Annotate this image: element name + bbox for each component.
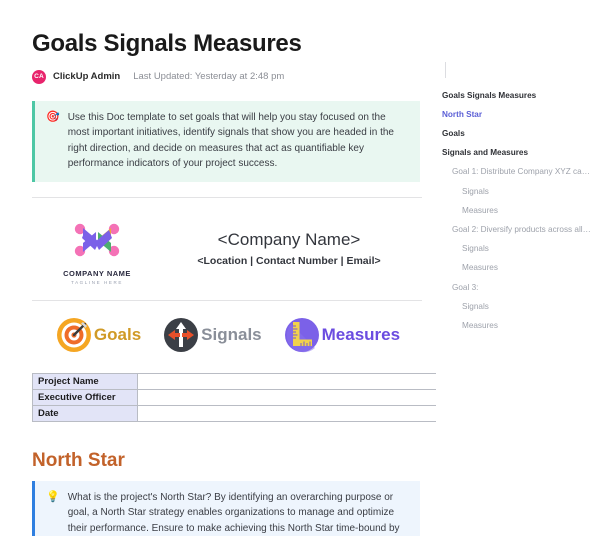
divider-bottom [32, 300, 422, 301]
lightbulb-icon: 💡 [46, 490, 60, 536]
outline-item[interactable]: Measures [442, 201, 592, 220]
intro-callout: 🎯 Use this Doc template to set goals tha… [32, 101, 420, 182]
company-name-block: <Company Name> <Location | Contact Numbe… [162, 229, 424, 267]
company-contact-placeholder: <Location | Contact Number | Email> [162, 255, 416, 267]
document-page: Goals Signals Measures CA ClickUp Admin … [0, 0, 600, 536]
outline-item[interactable]: Measures [442, 259, 592, 278]
target-dart-icon [56, 317, 92, 353]
company-header: COMPANY NAME TAGLINE HERE <Company Name>… [32, 212, 424, 285]
table-row: Executive Officer [33, 389, 437, 405]
author-name: ClickUp Admin [53, 71, 120, 82]
logo-company-name: COMPANY NAME [63, 269, 131, 278]
table-label-executive-officer: Executive Officer [33, 389, 138, 405]
outline-list: Goals Signals MeasuresNorth StarGoalsSig… [442, 86, 592, 336]
outline-top-marker [445, 62, 446, 78]
logo-tagline: TAGLINE HERE [71, 280, 123, 285]
gsm-item-goals: Goals [56, 317, 141, 353]
table-value-date[interactable] [138, 405, 437, 421]
outline-item[interactable]: Goal 2: Diversify products across all l.… [442, 220, 592, 239]
arrows-direction-icon [163, 317, 199, 353]
gsm-item-signals: Signals [163, 317, 261, 353]
logo-mark-icon [65, 212, 129, 266]
table-label-project-name: Project Name [33, 373, 138, 389]
outline-sidebar: Goals Signals MeasuresNorth StarGoalsSig… [436, 0, 600, 536]
north-star-callout: 💡 What is the project's North Star? By i… [32, 481, 420, 536]
divider-top [32, 197, 422, 198]
gsm-icon-strip: Goals Signals [32, 317, 424, 353]
document-body: Goals Signals Measures CA ClickUp Admin … [0, 0, 436, 536]
table-value-executive-officer[interactable] [138, 389, 437, 405]
section-heading-north-star: North Star [32, 450, 422, 472]
last-updated-text: Last Updated: Yesterday at 2:48 pm [133, 71, 284, 82]
document-meta: CA ClickUp Admin Last Updated: Yesterday… [32, 70, 422, 84]
ruler-icon [284, 317, 320, 353]
outline-item[interactable]: Goals Signals Measures [442, 86, 592, 105]
table-value-project-name[interactable] [138, 373, 437, 389]
outline-item[interactable]: Goal 3: [442, 278, 592, 297]
outline-item[interactable]: Signals and Measures [442, 144, 592, 163]
gsm-label-signals: Signals [201, 325, 261, 345]
gsm-item-measures: Measures [284, 317, 400, 353]
intro-callout-text: Use this Doc template to set goals that … [68, 110, 408, 172]
outline-item[interactable]: Signals [442, 240, 592, 259]
table-label-date: Date [33, 405, 138, 421]
outline-item[interactable]: Signals [442, 182, 592, 201]
outline-item[interactable]: Goals [442, 124, 592, 143]
page-title: Goals Signals Measures [32, 30, 422, 58]
outline-item[interactable]: Measures [442, 316, 592, 335]
company-logo: COMPANY NAME TAGLINE HERE [32, 212, 162, 285]
avatar[interactable]: CA [32, 70, 46, 84]
gsm-label-measures: Measures [322, 325, 400, 345]
table-row: Project Name [33, 373, 437, 389]
north-star-callout-text: What is the project's North Star? By ide… [68, 490, 408, 536]
dart-target-icon: 🎯 [46, 110, 60, 172]
outline-item[interactable]: Signals [442, 297, 592, 316]
company-name-placeholder: <Company Name> [162, 229, 416, 251]
outline-item[interactable]: Goal 1: Distribute Company XYZ cand... [442, 163, 592, 182]
outline-item[interactable]: North Star [442, 105, 592, 124]
table-row: Date [33, 405, 437, 421]
gsm-label-goals: Goals [94, 325, 141, 345]
project-info-table: Project Name Executive Officer Date [32, 373, 436, 422]
